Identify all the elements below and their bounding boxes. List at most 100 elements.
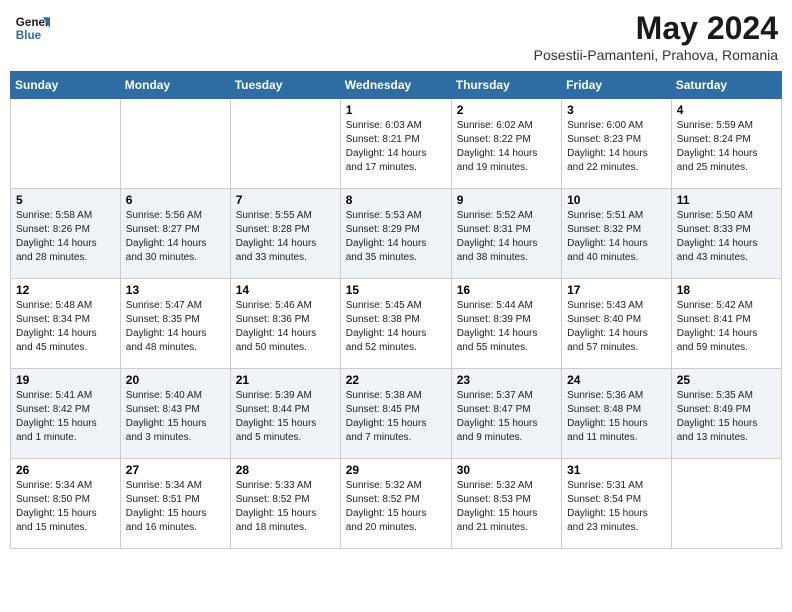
calendar-cell: 21 Sunrise: 5:39 AM Sunset: 8:44 PM Dayli… bbox=[230, 369, 340, 459]
calendar-cell: 23Sunrise: 5:37 AM Sunset: 8:47 PM Dayli… bbox=[451, 369, 561, 459]
day-info: Sunrise: 5:34 AM Sunset: 8:50 PM Dayligh… bbox=[16, 479, 115, 535]
month-title: May 2024 bbox=[534, 10, 778, 47]
day-number: 7 bbox=[236, 193, 335, 207]
page-header: General Blue May 2024 Posestii-Pamanteni… bbox=[10, 10, 782, 63]
day-info: Sunrise: 5:46 AM Sunset: 8:36 PM Dayligh… bbox=[236, 299, 335, 355]
calendar-cell: 18 Sunrise: 5:42 AM Sunset: 8:41 PM Dayli… bbox=[671, 279, 781, 369]
calendar-cell bbox=[11, 99, 121, 189]
day-number: 13 bbox=[126, 283, 225, 297]
day-number: 24 bbox=[567, 373, 666, 387]
day-info: Sunrise: 6:00 AM Sunset: 8:23 PM Dayligh… bbox=[567, 119, 666, 175]
calendar-cell: 19 Sunrise: 5:41 AM Sunset: 8:42 PM Dayli… bbox=[11, 369, 121, 459]
day-number: 14 bbox=[236, 283, 335, 297]
day-info: Sunrise: 6:03 AM Sunset: 8:21 PM Dayligh… bbox=[346, 119, 446, 175]
day-number: 23 bbox=[457, 373, 556, 387]
calendar-table: SundayMondayTuesdayWednesdayThursdayFrid… bbox=[10, 71, 782, 549]
day-number: 5 bbox=[16, 193, 115, 207]
dow-monday: Monday bbox=[120, 72, 230, 99]
day-number: 10 bbox=[567, 193, 666, 207]
dow-wednesday: Wednesday bbox=[340, 72, 451, 99]
day-number: 12 bbox=[16, 283, 115, 297]
calendar-cell: 4 Sunrise: 5:59 AM Sunset: 8:24 PM Daylig… bbox=[671, 99, 781, 189]
dow-tuesday: Tuesday bbox=[230, 72, 340, 99]
day-info: Sunrise: 5:40 AM Sunset: 8:43 PM Dayligh… bbox=[126, 389, 225, 445]
logo: General Blue bbox=[14, 10, 50, 46]
day-info: Sunrise: 5:39 AM Sunset: 8:44 PM Dayligh… bbox=[236, 389, 335, 445]
day-number: 6 bbox=[126, 193, 225, 207]
day-info: Sunrise: 6:02 AM Sunset: 8:22 PM Dayligh… bbox=[457, 119, 556, 175]
calendar-cell: 26 Sunrise: 5:34 AM Sunset: 8:50 PM Dayli… bbox=[11, 459, 121, 549]
svg-text:Blue: Blue bbox=[16, 29, 42, 42]
day-number: 16 bbox=[457, 283, 556, 297]
calendar-cell: 16 Sunrise: 5:44 AM Sunset: 8:39 PM Dayli… bbox=[451, 279, 561, 369]
calendar-cell: 29 Sunrise: 5:32 AM Sunset: 8:52 PM Dayli… bbox=[340, 459, 451, 549]
dow-friday: Friday bbox=[562, 72, 672, 99]
dow-saturday: Saturday bbox=[671, 72, 781, 99]
day-number: 31 bbox=[567, 463, 666, 477]
day-info: Sunrise: 5:42 AM Sunset: 8:41 PM Dayligh… bbox=[677, 299, 776, 355]
day-info: Sunrise: 5:35 AM Sunset: 8:49 PM Dayligh… bbox=[677, 389, 776, 445]
calendar-cell: 17 Sunrise: 5:43 AM Sunset: 8:40 PM Dayli… bbox=[562, 279, 672, 369]
day-number: 1 bbox=[346, 103, 446, 117]
day-number: 11 bbox=[677, 193, 776, 207]
title-block: May 2024 Posestii-Pamanteni, Prahova, Ro… bbox=[534, 10, 778, 63]
day-info: Sunrise: 5:31 AM Sunset: 8:54 PM Dayligh… bbox=[567, 479, 666, 535]
calendar-cell: 1 Sunrise: 6:03 AM Sunset: 8:21 PM Daylig… bbox=[340, 99, 451, 189]
day-number: 27 bbox=[126, 463, 225, 477]
calendar-cell: 28 Sunrise: 5:33 AM Sunset: 8:52 PM Dayli… bbox=[230, 459, 340, 549]
day-info: Sunrise: 5:51 AM Sunset: 8:32 PM Dayligh… bbox=[567, 209, 666, 265]
dow-sunday: Sunday bbox=[11, 72, 121, 99]
day-number: 29 bbox=[346, 463, 446, 477]
day-info: Sunrise: 5:55 AM Sunset: 8:28 PM Dayligh… bbox=[236, 209, 335, 265]
day-info: Sunrise: 5:33 AM Sunset: 8:52 PM Dayligh… bbox=[236, 479, 335, 535]
day-number: 3 bbox=[567, 103, 666, 117]
day-info: Sunrise: 5:44 AM Sunset: 8:39 PM Dayligh… bbox=[457, 299, 556, 355]
calendar-cell: 31 Sunrise: 5:31 AM Sunset: 8:54 PM Dayli… bbox=[562, 459, 672, 549]
calendar-cell: 25 Sunrise: 5:35 AM Sunset: 8:49 PM Dayli… bbox=[671, 369, 781, 459]
day-info: Sunrise: 5:32 AM Sunset: 8:52 PM Dayligh… bbox=[346, 479, 446, 535]
day-number: 8 bbox=[346, 193, 446, 207]
calendar-cell: 11 Sunrise: 5:50 AM Sunset: 8:33 PM Dayli… bbox=[671, 189, 781, 279]
day-info: Sunrise: 5:58 AM Sunset: 8:26 PM Dayligh… bbox=[16, 209, 115, 265]
calendar-cell: 22 Sunrise: 5:38 AM Sunset: 8:45 PM Dayli… bbox=[340, 369, 451, 459]
day-number: 20 bbox=[126, 373, 225, 387]
day-info: Sunrise: 5:32 AM Sunset: 8:53 PM Dayligh… bbox=[457, 479, 556, 535]
dow-thursday: Thursday bbox=[451, 72, 561, 99]
day-number: 2 bbox=[457, 103, 556, 117]
calendar-cell: 14 Sunrise: 5:46 AM Sunset: 8:36 PM Dayli… bbox=[230, 279, 340, 369]
calendar-cell: 15Sunrise: 5:45 AM Sunset: 8:38 PM Dayli… bbox=[340, 279, 451, 369]
day-number: 21 bbox=[236, 373, 335, 387]
day-info: Sunrise: 5:41 AM Sunset: 8:42 PM Dayligh… bbox=[16, 389, 115, 445]
day-number: 4 bbox=[677, 103, 776, 117]
calendar-cell: 13 Sunrise: 5:47 AM Sunset: 8:35 PM Dayli… bbox=[120, 279, 230, 369]
logo-icon: General Blue bbox=[14, 10, 50, 46]
day-number: 19 bbox=[16, 373, 115, 387]
calendar-cell bbox=[230, 99, 340, 189]
day-number: 28 bbox=[236, 463, 335, 477]
calendar-cell: 10 Sunrise: 5:51 AM Sunset: 8:32 PM Dayli… bbox=[562, 189, 672, 279]
calendar-cell: 24Sunrise: 5:36 AM Sunset: 8:48 PM Dayli… bbox=[562, 369, 672, 459]
calendar-cell: 8Sunrise: 5:53 AM Sunset: 8:29 PM Daylig… bbox=[340, 189, 451, 279]
calendar-cell: 5 Sunrise: 5:58 AM Sunset: 8:26 PM Daylig… bbox=[11, 189, 121, 279]
day-info: Sunrise: 5:59 AM Sunset: 8:24 PM Dayligh… bbox=[677, 119, 776, 175]
calendar-cell: 3 Sunrise: 6:00 AM Sunset: 8:23 PM Daylig… bbox=[562, 99, 672, 189]
day-number: 9 bbox=[457, 193, 556, 207]
location-subtitle: Posestii-Pamanteni, Prahova, Romania bbox=[534, 47, 778, 63]
day-number: 17 bbox=[567, 283, 666, 297]
day-number: 25 bbox=[677, 373, 776, 387]
day-number: 26 bbox=[16, 463, 115, 477]
day-info: Sunrise: 5:50 AM Sunset: 8:33 PM Dayligh… bbox=[677, 209, 776, 265]
day-info: Sunrise: 5:38 AM Sunset: 8:45 PM Dayligh… bbox=[346, 389, 446, 445]
calendar-cell: 6Sunrise: 5:56 AM Sunset: 8:27 PM Daylig… bbox=[120, 189, 230, 279]
day-number: 22 bbox=[346, 373, 446, 387]
calendar-cell bbox=[671, 459, 781, 549]
day-info: Sunrise: 5:43 AM Sunset: 8:40 PM Dayligh… bbox=[567, 299, 666, 355]
calendar-cell: 30Sunrise: 5:32 AM Sunset: 8:53 PM Dayli… bbox=[451, 459, 561, 549]
calendar-cell: 2 Sunrise: 6:02 AM Sunset: 8:22 PM Daylig… bbox=[451, 99, 561, 189]
day-info: Sunrise: 5:47 AM Sunset: 8:35 PM Dayligh… bbox=[126, 299, 225, 355]
day-number: 18 bbox=[677, 283, 776, 297]
day-number: 15 bbox=[346, 283, 446, 297]
calendar-cell: 27Sunrise: 5:34 AM Sunset: 8:51 PM Dayli… bbox=[120, 459, 230, 549]
day-info: Sunrise: 5:48 AM Sunset: 8:34 PM Dayligh… bbox=[16, 299, 115, 355]
calendar-cell: 9Sunrise: 5:52 AM Sunset: 8:31 PM Daylig… bbox=[451, 189, 561, 279]
